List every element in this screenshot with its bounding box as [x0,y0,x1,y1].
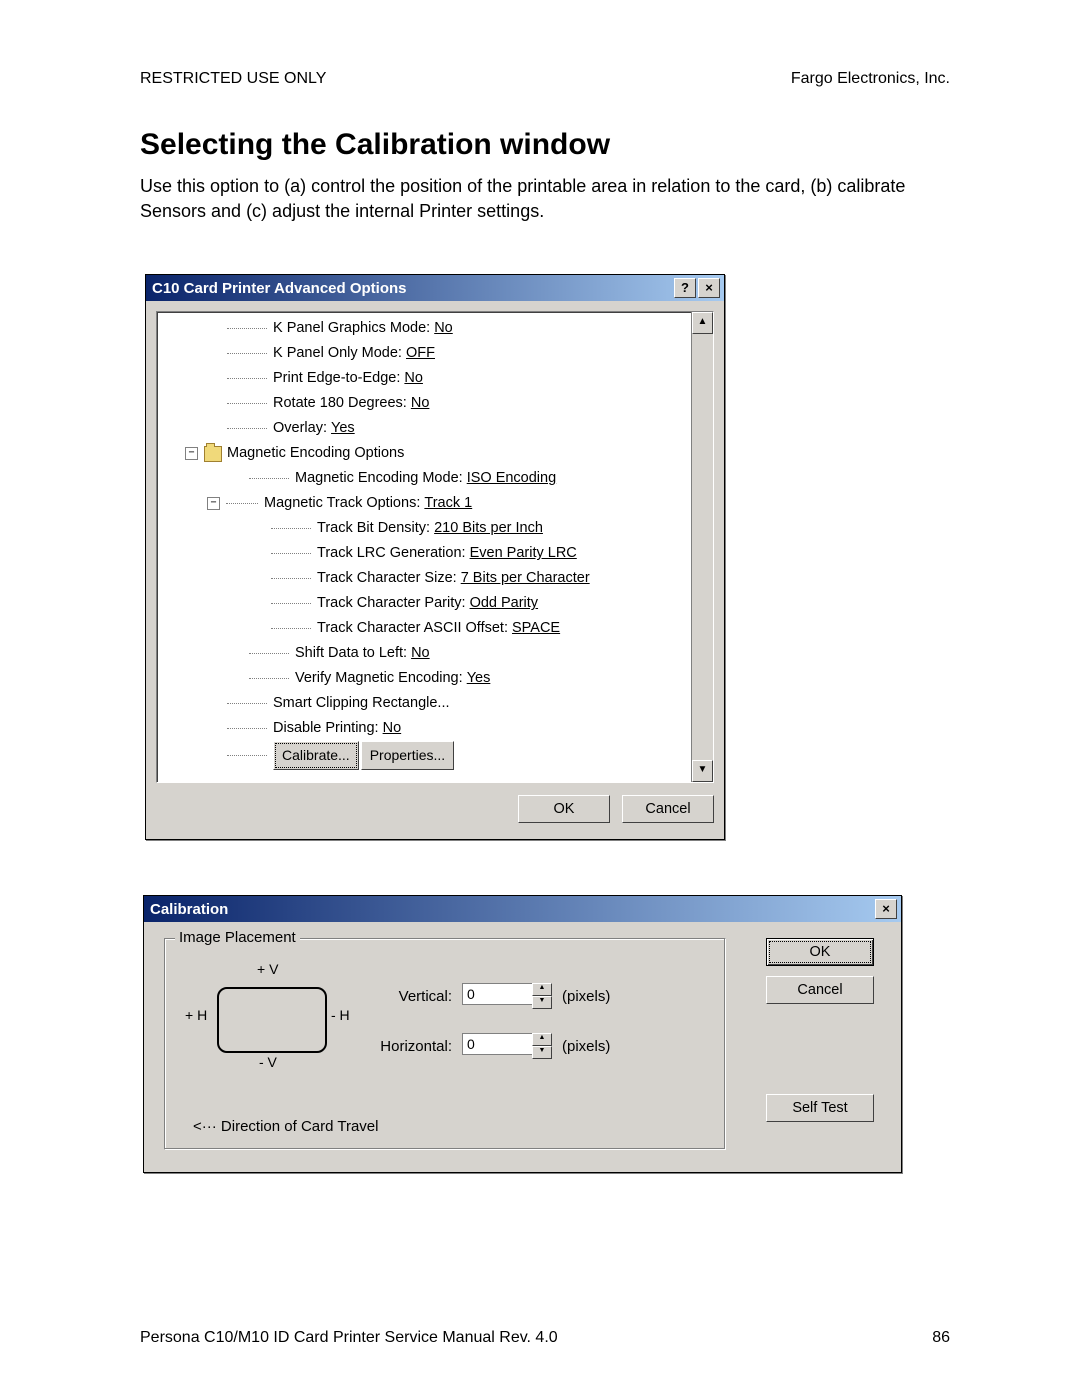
spin-up-icon[interactable]: ▲ [532,983,552,996]
ok-button[interactable]: OK [766,938,874,966]
tree-item[interactable]: Track Character Size: [317,566,457,591]
tree-item[interactable]: Magnetic Encoding Mode: [295,466,463,491]
horizontal-units: (pixels) [562,1038,612,1055]
tree-item[interactable]: Print Edge-to-Edge: [273,366,400,391]
tree-item[interactable]: Track LRC Generation: [317,541,466,566]
plus-v-label: + V [257,961,278,977]
options-tree[interactable]: K Panel Graphics Mode: No K Panel Only M… [156,311,714,783]
card-icon [217,987,327,1053]
tree-item[interactable]: Shift Data to Left: [295,641,407,666]
scroll-down-icon[interactable]: ▼ [692,760,713,782]
advanced-options-titlebar[interactable]: C10 Card Printer Advanced Options ? × [146,275,724,301]
folder-icon [204,446,222,462]
page-number: 86 [932,1329,950,1347]
close-button[interactable]: × [698,278,720,298]
ok-button[interactable]: OK [518,795,610,823]
spin-up-icon[interactable]: ▲ [532,1033,552,1046]
image-placement-group: Image Placement + V + H - H - V Vertical… [164,938,726,1150]
intro-text: Use this option to (a) control the posit… [140,174,950,224]
horizontal-label: Horizontal: [377,1038,452,1055]
header-right: Fargo Electronics, Inc. [791,70,950,88]
self-test-button[interactable]: Self Test [766,1094,874,1122]
tree-item[interactable]: Track Character ASCII Offset: [317,616,508,641]
minus-v-label: - V [259,1054,277,1070]
tree-item[interactable]: Smart Clipping Rectangle... [273,691,450,716]
help-button[interactable]: ? [674,278,696,298]
close-button[interactable]: × [875,899,897,919]
horizontal-stepper[interactable]: ▲ ▼ [462,1033,552,1059]
tree-item[interactable]: Magnetic Track Options: [264,491,420,516]
cancel-button[interactable]: Cancel [622,795,714,823]
tree-item[interactable]: K Panel Only Mode: [273,341,402,366]
calibration-title: Calibration [150,901,228,918]
tree-item[interactable]: K Panel Graphics Mode: [273,316,430,341]
tree-item[interactable]: Verify Magnetic Encoding: [295,666,463,691]
page-title: Selecting the Calibration window [140,128,950,162]
calibrate-button[interactable]: Calibrate... [273,741,359,770]
horizontal-input[interactable] [462,1033,532,1055]
properties-button[interactable]: Properties... [361,741,454,770]
plus-h-label: + H [185,1007,207,1023]
calibration-titlebar[interactable]: Calibration × [144,896,901,922]
scrollbar[interactable]: ▲ ▼ [691,312,713,782]
page-footer: Persona C10/M10 ID Card Printer Service … [140,1329,950,1347]
spin-down-icon[interactable]: ▼ [532,996,552,1009]
page-header: RESTRICTED USE ONLY Fargo Electronics, I… [140,70,950,88]
footer-left: Persona C10/M10 ID Card Printer Service … [140,1329,558,1347]
collapse-icon[interactable]: − [207,497,220,510]
advanced-options-dialog: C10 Card Printer Advanced Options ? × K … [145,274,725,840]
cancel-button[interactable]: Cancel [766,976,874,1004]
tree-item[interactable]: Overlay: [273,416,327,441]
tree-item[interactable]: Rotate 180 Degrees: [273,391,407,416]
scroll-up-icon[interactable]: ▲ [692,312,713,334]
tree-item[interactable]: Track Character Parity: [317,591,466,616]
spin-down-icon[interactable]: ▼ [532,1046,552,1059]
tree-item[interactable]: Track Bit Density: [317,516,430,541]
header-left: RESTRICTED USE ONLY [140,70,326,88]
minus-h-label: - H [331,1007,350,1023]
advanced-options-title: C10 Card Printer Advanced Options [152,280,407,297]
tree-item[interactable]: Magnetic Encoding Options [227,441,404,466]
direction-label: <··· Direction of Card Travel [193,1118,378,1135]
tree-item[interactable]: Disable Printing: [273,716,379,741]
vertical-units: (pixels) [562,988,612,1005]
vertical-input[interactable] [462,983,532,1005]
collapse-icon[interactable]: − [185,447,198,460]
vertical-stepper[interactable]: ▲ ▼ [462,983,552,1009]
calibration-dialog: Calibration × Image Placement + V + H - … [143,895,902,1173]
vertical-label: Vertical: [377,988,452,1005]
